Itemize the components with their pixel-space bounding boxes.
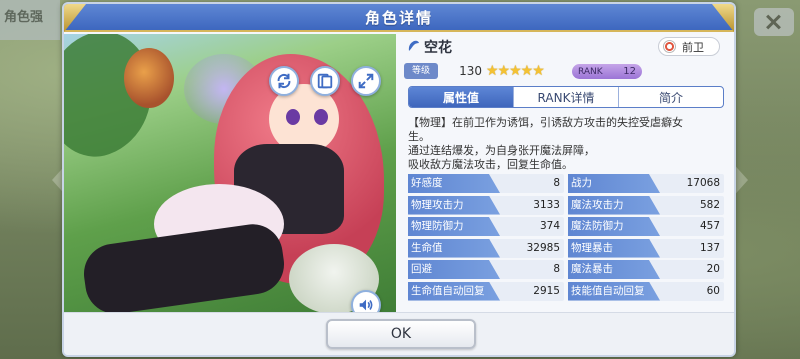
- stat-row: 好感度 8 战力 17068: [408, 174, 724, 195]
- expand-icon: [358, 73, 374, 89]
- title-corner-ornament: [64, 4, 86, 32]
- stat-label: 物理防御力: [408, 217, 500, 236]
- rotate-icon: [277, 73, 291, 89]
- character-name: 空花: [424, 40, 452, 56]
- level-value: 130: [459, 64, 482, 78]
- rank-badge: RANK 12: [572, 64, 642, 79]
- stat-label: 生命值: [408, 238, 500, 258]
- stat-cell: 好感度 8: [408, 174, 564, 193]
- dialog-footer: OK: [64, 312, 734, 355]
- character-detail-dialog: 角色详情 空花 前卫 等级 130 ★★★★★ RANK 12 属性值 RANK…: [62, 2, 736, 357]
- stats-table[interactable]: 好感度 8 战力 17068 物理攻击力 3133 魔法攻击力 582 物理防御力 374…: [408, 174, 724, 318]
- stat-label: 魔法暴击: [568, 260, 660, 279]
- stat-cell: 物理暴击 137: [568, 238, 724, 258]
- stat-value: 20: [706, 263, 720, 275]
- stat-cell: 生命值 32985: [408, 238, 564, 258]
- card-view-button[interactable]: [310, 66, 340, 96]
- stat-row: 生命值 32985 物理暴击 137: [408, 238, 724, 260]
- character-art: [64, 34, 396, 316]
- stat-value: 374: [539, 220, 560, 232]
- expand-button[interactable]: [351, 66, 381, 96]
- stat-row: 回避 8 魔法暴击 20: [408, 260, 724, 281]
- rotate-button[interactable]: [269, 66, 299, 96]
- stat-row: 物理防御力 374 魔法防御力 457: [408, 217, 724, 238]
- stat-value: 60: [706, 284, 720, 297]
- position-badge: 前卫: [658, 37, 720, 56]
- stat-cell: 魔法暴击 20: [568, 260, 724, 279]
- stat-cell: 战力 17068: [568, 174, 724, 193]
- art-eye: [314, 109, 328, 125]
- stat-row: 生命值自动回复 2915 技能值自动回复 60: [408, 281, 724, 303]
- position-ring-icon: [663, 40, 676, 53]
- detail-tabs: 属性值 RANK详情 简介: [408, 86, 724, 108]
- ok-button[interactable]: OK: [326, 319, 476, 349]
- name-row: 空花 前卫: [404, 36, 726, 58]
- rank-label: RANK: [578, 66, 603, 77]
- character-description: 【物理】在前卫作为诱饵，引诱敌方攻击的失控受虐癖女 生。 通过连结爆发，为自身张…: [408, 116, 683, 171]
- position-label: 前卫: [682, 40, 704, 54]
- stat-label: 技能值自动回复: [568, 281, 660, 301]
- stat-row: 物理攻击力 3133 魔法攻击力 582: [408, 195, 724, 217]
- stat-label: 生命值自动回复: [408, 281, 500, 301]
- stat-value: 2915: [533, 284, 560, 297]
- stat-value: 582: [699, 198, 720, 211]
- stat-label: 魔法防御力: [568, 217, 660, 236]
- vanguard-icon: [408, 40, 419, 51]
- stat-label: 物理暴击: [568, 238, 660, 258]
- dialog-title: 角色详情: [364, 8, 433, 27]
- stat-cell: 回避 8: [408, 260, 564, 279]
- stat-value: 457: [699, 220, 720, 232]
- stat-label: 战力: [568, 174, 660, 193]
- stat-cell: 技能值自动回复 60: [568, 281, 724, 301]
- stat-cell: 物理攻击力 3133: [408, 195, 564, 215]
- stat-value: 8: [553, 177, 560, 189]
- character-info-panel: 空花 前卫 等级 130 ★★★★★ RANK 12 属性值 RANK详情 简介…: [404, 34, 726, 316]
- stat-label: 物理攻击力: [408, 195, 500, 215]
- level-row: 等级 130 ★★★★★ RANK 12: [404, 62, 726, 80]
- background-corner-title: 角色强: [0, 0, 60, 40]
- stat-cell: 生命值自动回复 2915: [408, 281, 564, 301]
- stat-cell: 魔法攻击力 582: [568, 195, 724, 215]
- stat-cell: 物理防御力 374: [408, 217, 564, 236]
- dialog-title-bar: 角色详情: [64, 4, 734, 32]
- stat-label: 回避: [408, 260, 500, 279]
- stat-value: 8: [553, 263, 560, 275]
- star-rating: ★★★★★: [486, 63, 545, 79]
- stat-value: 3133: [533, 198, 560, 211]
- tab-rank-details[interactable]: RANK详情: [514, 87, 619, 107]
- tab-attributes[interactable]: 属性值: [409, 87, 514, 107]
- stat-label: 魔法攻击力: [568, 195, 660, 215]
- art-eye: [286, 109, 300, 125]
- title-corner-ornament: [712, 4, 734, 32]
- stat-value: 17068: [686, 177, 720, 189]
- stat-label: 好感度: [408, 174, 500, 193]
- card-icon: [317, 73, 333, 89]
- level-tag: 等级: [404, 63, 438, 79]
- stat-value: 32985: [526, 241, 560, 254]
- art-flower-bud: [124, 48, 174, 108]
- rank-value: 12: [623, 66, 636, 77]
- stat-value: 137: [699, 241, 720, 254]
- tab-profile[interactable]: 简介: [619, 87, 723, 107]
- art-legs: [80, 220, 288, 316]
- stat-cell: 魔法防御力 457: [568, 217, 724, 236]
- background-close-icon: [754, 8, 794, 36]
